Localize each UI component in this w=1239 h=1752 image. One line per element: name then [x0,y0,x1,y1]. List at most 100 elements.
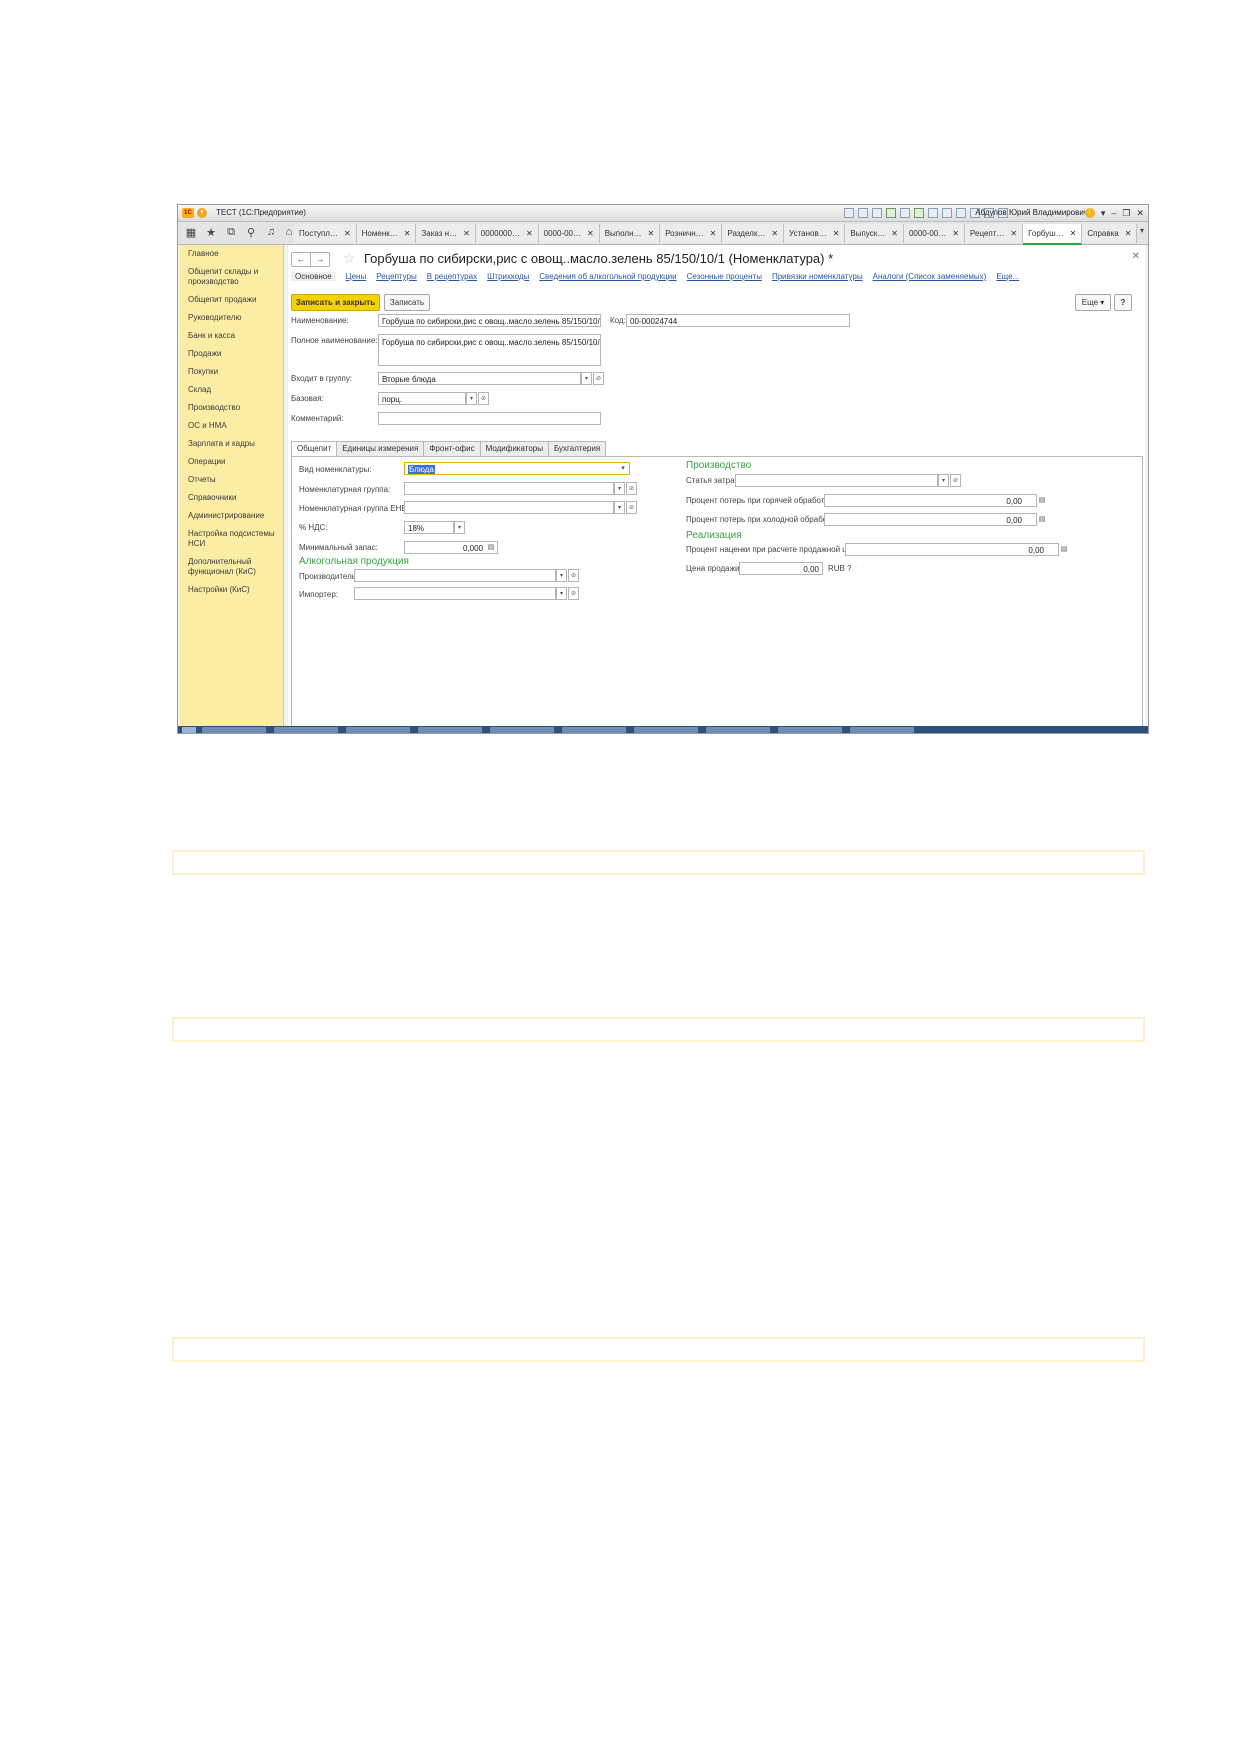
producer-field[interactable] [354,569,556,582]
sidebar-item[interactable]: Производство [180,399,283,417]
close-tab-icon[interactable]: ✕ [344,224,351,243]
sidebar-item[interactable]: Настройка подсистемы НСИ [180,525,283,553]
hot-loss-calc-icon[interactable]: ▤ [1037,495,1047,506]
restore-icon[interactable]: ❐ [1122,205,1130,221]
open-tab[interactable]: Номенк… ✕ [356,224,417,243]
close-form-icon[interactable]: ✕ [1132,251,1140,262]
close-tab-icon[interactable]: ✕ [587,224,594,243]
info-icon[interactable]: i [1084,208,1095,218]
preview-icon[interactable] [872,208,882,218]
taskbar-item[interactable] [490,727,554,733]
markup-calc-icon[interactable]: ▤ [1059,544,1069,555]
copy-icon[interactable] [900,208,910,218]
open-tab[interactable]: 0000000… ✕ [475,224,539,243]
code-field[interactable]: 00-00024744 [626,314,850,327]
full-name-field[interactable]: Горбуша по сибирски,рис с овощ..масло.зе… [378,334,601,366]
nom-group-envd-field[interactable] [404,501,614,514]
close-tab-icon[interactable]: ✕ [463,224,470,243]
inner-tab[interactable]: Модификаторы [479,441,549,456]
close-tab-icon[interactable]: ✕ [833,224,840,243]
menu-chevron-icon[interactable]: ▾ [1101,205,1106,221]
close-tab-icon[interactable]: ✕ [1125,224,1132,243]
close-tab-icon[interactable]: ✕ [526,224,533,243]
producer-dropdown-icon[interactable]: ▾ [556,569,567,582]
form-panel-link[interactable]: Рецептуры [376,272,417,281]
user-name[interactable]: Абдулов Юрий Владимирович [975,205,1088,221]
open-tab[interactable]: Поступл… ✕ [294,224,357,243]
close-tab-icon[interactable]: ✕ [952,224,959,243]
inner-tab[interactable]: Общепит [291,441,338,457]
open-tab[interactable]: Рецепт… ✕ [965,224,1024,243]
sidebar-item[interactable]: Склад [180,381,283,399]
taskbar-item[interactable] [850,727,914,733]
main-menu-icon[interactable]: ▾ [197,208,207,218]
grid-menu-icon[interactable]: ▦ [184,226,198,239]
close-tab-icon[interactable]: ✕ [771,224,778,243]
close-tab-icon[interactable]: ✕ [710,224,717,243]
open-tab[interactable]: Заказ н… ✕ [416,224,476,243]
group-dropdown-icon[interactable]: ▾ [581,372,592,385]
nom-group-field[interactable] [404,482,614,495]
more-button[interactable]: Еще ▾ [1075,294,1111,311]
sidebar-item[interactable]: Продажи [180,345,283,363]
open-tab[interactable]: Разделк… ✕ [722,224,785,243]
taskbar-item[interactable] [634,727,698,733]
sidebar-item[interactable]: Руководителю [180,309,283,327]
save-button[interactable]: Записать [384,294,430,311]
tabs-more-icon[interactable]: ▾ [1140,226,1144,235]
form-panel-link[interactable]: Штрихкоды [487,272,529,281]
sidebar-item[interactable]: Администрирование [180,507,283,525]
m-plus-icon[interactable] [956,208,966,218]
sidebar-item[interactable]: Операции [180,453,283,471]
inner-tab[interactable]: Бухгалтерия [547,441,607,456]
sidebar-item[interactable]: Общепит склады и производство [180,263,283,291]
cold-loss-calc-icon[interactable]: ▤ [1037,514,1047,525]
open-tab[interactable]: Розничн… ✕ [660,224,723,243]
kind-dropdown-icon[interactable]: ▾ [618,463,628,474]
form-panel-link[interactable]: Аналоги (Список заменяемых) [873,272,987,281]
close-tab-icon[interactable]: ✕ [1070,224,1077,243]
sidebar-item[interactable]: Зарплата и кадры [180,435,283,453]
open-tab[interactable]: Выполн… ✕ [599,224,661,243]
save-doc-icon[interactable] [844,208,854,218]
form-panel-link[interactable]: Сведения об алкогольной продукции [539,272,676,281]
print-icon[interactable] [858,208,868,218]
favorites-star-icon[interactable]: ★ [204,226,218,239]
m-icon[interactable] [942,208,952,218]
sidebar-item[interactable]: ОС и НМА [180,417,283,435]
cold-loss-field[interactable]: 0,00 [824,513,1037,526]
open-tab[interactable]: 0000-00… ✕ [538,224,600,243]
vat-dropdown-icon[interactable]: ▾ [454,521,465,534]
history-icon[interactable]: ⧉ [224,226,238,239]
inner-tab[interactable]: Фронт-офис [423,441,481,456]
nom-group-dropdown-icon[interactable]: ▾ [614,482,625,495]
cost-item-field[interactable] [735,474,938,487]
form-panel-link[interactable]: Еще... [996,272,1019,281]
favorite-star-icon[interactable]: ☆ [343,251,356,265]
price-field[interactable]: 0,00 [739,562,823,575]
sidebar-item[interactable]: Дополнительный функционал (КиС) [180,553,283,581]
calendar-icon[interactable] [928,208,938,218]
sidebar-item[interactable]: Покупки [180,363,283,381]
kind-field[interactable]: Блюда [404,462,630,475]
hot-loss-field[interactable]: 0,00 [824,494,1037,507]
base-dropdown-icon[interactable]: ▾ [466,392,477,405]
nom-group-envd-open-icon[interactable]: ⊘ [626,501,637,514]
sidebar-item[interactable]: Настройки (КиС) [180,581,283,599]
importer-field[interactable] [354,587,556,600]
sidebar-item[interactable]: Общепит продажи [180,291,283,309]
link-icon[interactable] [886,208,896,218]
name-field[interactable]: Горбуша по сибирски,рис с овощ..масло.зе… [378,314,601,327]
markup-field[interactable]: 0,00 [845,543,1059,556]
close-tab-icon[interactable]: ✕ [1010,224,1017,243]
group-field[interactable]: Вторые блюда [378,372,581,385]
taskbar-item[interactable] [778,727,842,733]
taskbar-item[interactable] [706,727,770,733]
close-tab-icon[interactable]: ✕ [647,224,654,243]
open-tab[interactable]: Установ… ✕ [784,224,846,243]
cost-item-open-icon[interactable]: ⊘ [950,474,961,487]
open-tab[interactable]: Горбуш… ✕ [1023,224,1083,245]
nom-group-envd-dropdown-icon[interactable]: ▾ [614,501,625,514]
bell-icon[interactable]: ♫ [264,226,278,238]
inner-tab[interactable]: Единицы измерения [336,441,425,456]
